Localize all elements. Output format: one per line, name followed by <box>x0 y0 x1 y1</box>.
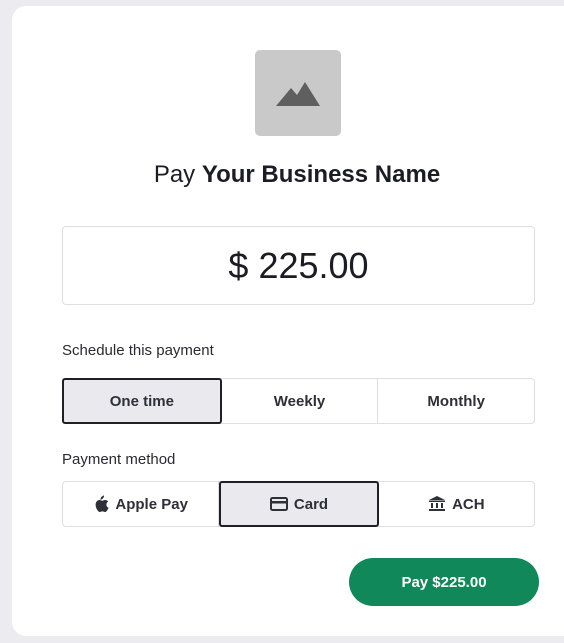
payment-method-label: Payment method <box>62 451 176 468</box>
schedule-option-one-time[interactable]: One time <box>62 378 222 424</box>
payment-method-selector: Apple Pay Card ACH <box>62 481 535 527</box>
schedule-label: Schedule this payment <box>62 342 214 359</box>
schedule-option-label: Monthly <box>427 392 485 410</box>
method-option-card[interactable]: Card <box>219 481 379 527</box>
schedule-selector: One time Weekly Monthly <box>62 378 535 424</box>
mountain-image-icon <box>276 82 320 106</box>
schedule-option-weekly[interactable]: Weekly <box>222 379 379 423</box>
pay-button[interactable]: Pay $225.00 <box>349 558 539 606</box>
payment-card: Pay Your Business Name $ 225.00 Schedule… <box>12 6 564 636</box>
schedule-option-monthly[interactable]: Monthly <box>378 379 534 423</box>
schedule-option-label: One time <box>109 392 174 410</box>
method-option-label: Apple Pay <box>115 495 188 513</box>
pay-button-label: Pay $225.00 <box>401 573 487 591</box>
business-logo-placeholder <box>255 50 341 136</box>
method-option-apple-pay[interactable]: Apple Pay <box>63 482 220 526</box>
page-title: Pay Your Business Name <box>12 161 564 189</box>
schedule-option-label: Weekly <box>273 392 326 410</box>
pay-prefix: Pay <box>153 161 196 188</box>
business-name: Your Business Name <box>201 161 441 188</box>
amount-field[interactable]: $ 225.00 <box>62 226 535 305</box>
bank-icon <box>428 496 446 512</box>
apple-icon <box>93 495 109 513</box>
credit-card-icon <box>269 497 288 511</box>
amount-value: $ 225.00 <box>228 244 369 286</box>
method-option-label: ACH <box>452 495 485 513</box>
method-option-label: Card <box>293 495 329 513</box>
method-option-ach[interactable]: ACH <box>379 482 534 526</box>
